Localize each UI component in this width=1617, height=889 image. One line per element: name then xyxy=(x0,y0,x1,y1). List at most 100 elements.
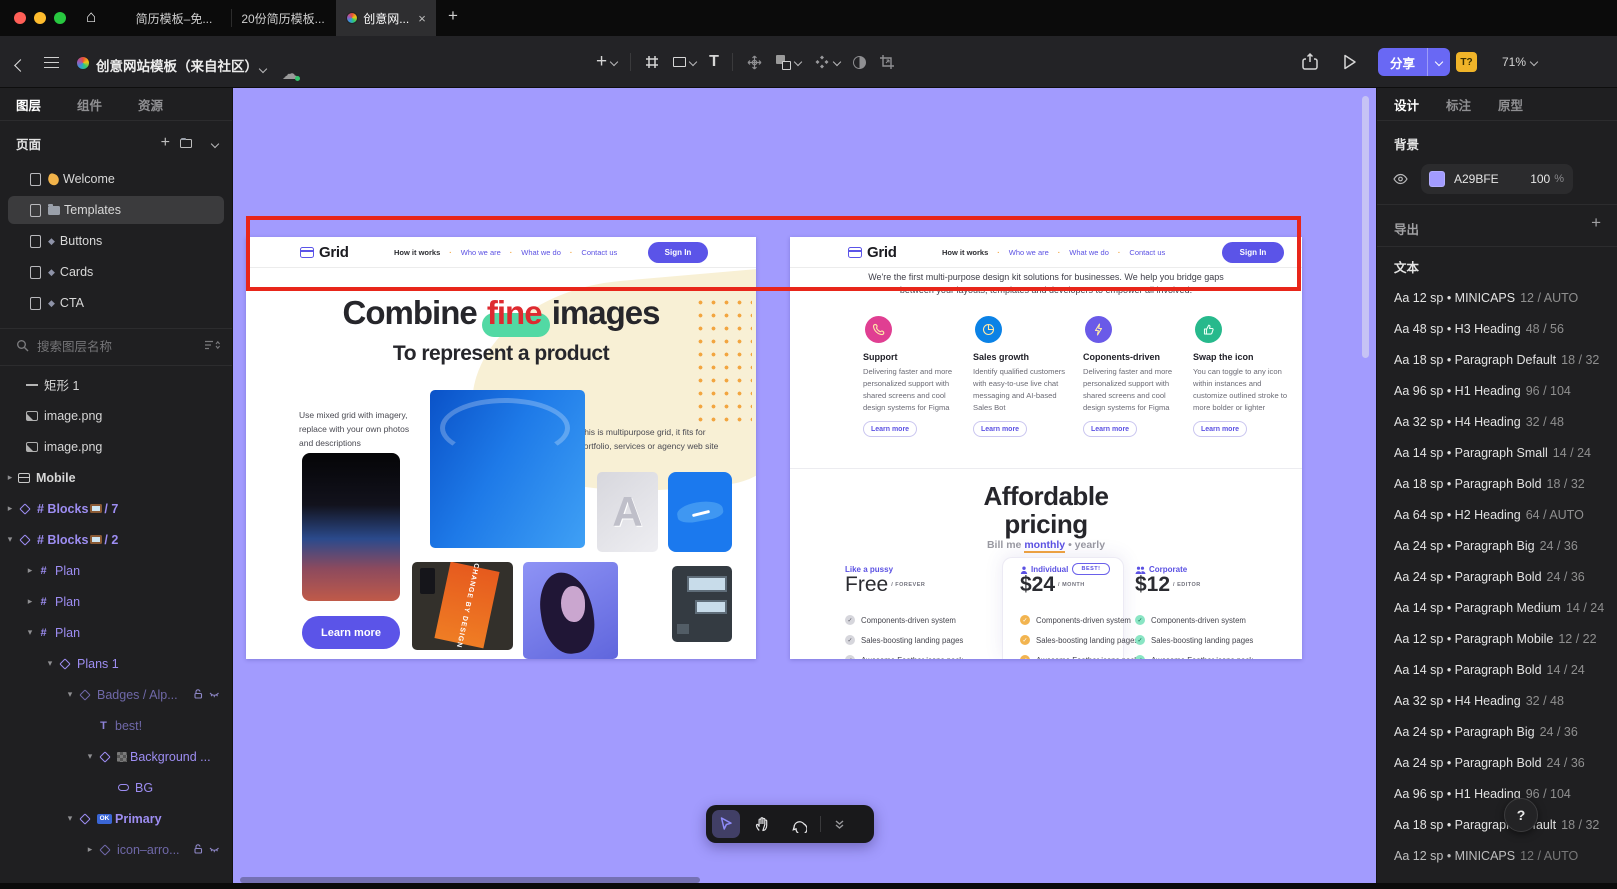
layer-row-blocks-7[interactable]: ▸# Blocks/ 7 xyxy=(0,493,232,524)
browser-tab-2[interactable]: 20份简历模板... xyxy=(232,0,334,36)
layer-row-blocks-2[interactable]: ▾# Blocks/ 2 xyxy=(0,524,232,555)
tab-layers[interactable]: 图层 xyxy=(16,95,41,114)
select-tool-button[interactable] xyxy=(712,810,740,838)
page-folder-icon[interactable] xyxy=(180,139,192,148)
text-style-item[interactable]: Aa 24 sp • Paragraph Big24 / 36 xyxy=(1394,716,1611,747)
text-style-item[interactable]: Aa 18 sp • Paragraph Bold18 / 32 xyxy=(1394,468,1611,499)
layer-row-primary[interactable]: ▾OKPrimary xyxy=(0,803,232,834)
vertical-scrollbar[interactable] xyxy=(1362,96,1369,358)
collapse-arrow-icon[interactable]: ▾ xyxy=(2,534,18,545)
browser-tab-1[interactable]: 简历模板–免... xyxy=(118,0,230,36)
main-menu-icon[interactable] xyxy=(44,57,59,68)
layer-row-icon-arrow[interactable]: ▸icon–arro... xyxy=(0,834,232,865)
text-style-item[interactable]: Aa 64 sp • H2 Heading64 / AUTO xyxy=(1394,499,1611,530)
shape-tool-icon[interactable] xyxy=(673,57,696,67)
collapse-arrow-icon[interactable]: ▾ xyxy=(62,813,78,824)
tab-components[interactable]: 组件 xyxy=(77,95,102,114)
opacity-value[interactable]: 100 xyxy=(1530,172,1550,186)
layer-row-badges[interactable]: ▾Badges / Alp... xyxy=(0,679,232,710)
page-item-cards[interactable]: ◆Cards xyxy=(0,258,232,286)
minimize-window-button[interactable] xyxy=(34,12,46,24)
background-color-field[interactable]: A29BFE 100 % xyxy=(1421,164,1573,194)
share-dropdown-icon[interactable] xyxy=(1428,59,1450,65)
layer-row-image[interactable]: image.png xyxy=(0,431,232,462)
text-style-item[interactable]: Aa 96 sp • H1 Heading96 / 104 xyxy=(1394,778,1611,809)
expand-arrow-icon[interactable]: ▸ xyxy=(2,503,18,514)
help-button[interactable]: ? xyxy=(1504,798,1538,832)
text-style-item[interactable]: Aa 12 sp • MINICAPS12 / AUTO xyxy=(1394,282,1611,313)
insert-plus-tool[interactable]: + xyxy=(596,51,617,73)
eye-icon[interactable] xyxy=(1393,172,1408,190)
text-tool-icon[interactable]: T xyxy=(709,53,719,71)
layer-row-plan[interactable]: ▸#Plan xyxy=(0,555,232,586)
page-item-buttons[interactable]: ◆Buttons xyxy=(0,227,232,255)
share-button[interactable]: 分享 xyxy=(1378,48,1450,76)
layer-row-background[interactable]: ▾Background ... xyxy=(0,741,232,772)
expand-arrow-icon[interactable]: ▸ xyxy=(22,596,38,607)
layer-row-plan[interactable]: ▾#Plan xyxy=(0,617,232,648)
collapse-arrow-icon[interactable]: ▾ xyxy=(82,751,98,762)
annotation-rectangle[interactable] xyxy=(246,216,1301,291)
play-icon[interactable] xyxy=(1340,52,1360,77)
layer-row-image[interactable]: image.png xyxy=(0,400,232,431)
comment-tool-button[interactable] xyxy=(784,810,812,838)
tab-annotate[interactable]: 标注 xyxy=(1446,95,1471,114)
zoom-level-control[interactable]: 71% xyxy=(1502,55,1537,69)
add-page-button[interactable]: + xyxy=(161,134,170,152)
tab-prototype[interactable]: 原型 xyxy=(1498,95,1523,114)
text-style-item[interactable]: Aa 14 sp • Paragraph Medium14 / 24 xyxy=(1394,592,1611,623)
export-icon[interactable] xyxy=(1300,52,1320,77)
mockup-grid-landing-2[interactable]: Grid How it works· Who we are· What we d… xyxy=(790,237,1302,659)
page-item-templates[interactable]: Templates xyxy=(0,196,232,224)
boolean-tool-icon[interactable] xyxy=(776,55,801,70)
text-style-item[interactable]: Aa 12 sp • MINICAPS12 / AUTO xyxy=(1394,840,1611,871)
text-style-item[interactable]: Aa 24 sp • Paragraph Bold24 / 36 xyxy=(1394,561,1611,592)
mockup-grid-landing-1[interactable]: Grid How it works· Who we are· What we d… xyxy=(246,237,756,659)
page-item-welcome[interactable]: Welcome xyxy=(0,165,232,193)
cloud-sync-icon[interactable]: ☁ xyxy=(282,66,298,83)
component-tool-icon[interactable] xyxy=(814,54,840,70)
layer-row-mobile[interactable]: ▸Mobile xyxy=(0,462,232,493)
add-export-button[interactable]: + xyxy=(1591,213,1601,233)
collapse-arrow-icon[interactable]: ▾ xyxy=(22,627,38,638)
collapse-pages-icon[interactable] xyxy=(212,136,218,150)
layer-row-plan[interactable]: ▸#Plan xyxy=(0,586,232,617)
text-style-item[interactable]: Aa 32 sp • H4 Heading32 / 48 xyxy=(1394,406,1611,437)
mask-tool-icon[interactable] xyxy=(853,56,866,69)
new-tab-button[interactable]: + xyxy=(448,6,458,26)
text-style-item[interactable]: Aa 24 sp • Paragraph Bold24 / 36 xyxy=(1394,747,1611,778)
fullscreen-window-button[interactable] xyxy=(54,12,66,24)
frame-tool-icon[interactable] xyxy=(644,54,660,70)
text-style-item[interactable]: Aa 24 sp • Paragraph Big24 / 36 xyxy=(1394,530,1611,561)
text-style-item[interactable]: Aa 18 sp • Paragraph Default18 / 32 xyxy=(1394,809,1611,840)
text-style-item[interactable]: Aa 12 sp • Paragraph Mobile12 / 22 xyxy=(1394,623,1611,654)
expand-arrow-icon[interactable]: ▸ xyxy=(2,472,18,483)
back-button[interactable] xyxy=(16,57,25,75)
search-input[interactable] xyxy=(37,340,204,354)
color-hex-value[interactable]: A29BFE xyxy=(1454,172,1499,186)
crop-tool-icon[interactable] xyxy=(879,54,895,70)
design-canvas[interactable]: Grid How it works· Who we are· What we d… xyxy=(233,88,1376,883)
text-style-item[interactable]: Aa 14 sp • Paragraph Small14 / 24 xyxy=(1394,437,1611,468)
unlock-icon[interactable] xyxy=(193,843,203,857)
layer-row-bg[interactable]: BG xyxy=(0,772,232,803)
home-icon[interactable]: ⌂ xyxy=(86,7,96,27)
close-tab-icon[interactable]: × xyxy=(418,11,426,26)
hidden-eye-icon[interactable] xyxy=(209,843,220,857)
expand-arrow-icon[interactable]: ▸ xyxy=(82,844,98,855)
unlock-icon[interactable] xyxy=(193,688,203,702)
text-style-item[interactable]: Aa 18 sp • Paragraph Default18 / 32 xyxy=(1394,344,1611,375)
collapse-toolbar-button[interactable] xyxy=(829,810,849,838)
hand-tool-button[interactable] xyxy=(748,810,776,838)
text-style-item[interactable]: Aa 48 sp • H3 Heading48 / 56 xyxy=(1394,313,1611,344)
close-window-button[interactable] xyxy=(14,12,26,24)
text-style-item[interactable]: Aa 14 sp • Paragraph Bold14 / 24 xyxy=(1394,654,1611,685)
collapse-arrow-icon[interactable]: ▾ xyxy=(42,658,58,669)
move-tool-icon[interactable] xyxy=(746,54,763,71)
plugin-badge[interactable]: T? xyxy=(1456,52,1477,72)
sort-layers-icon[interactable] xyxy=(204,339,220,354)
text-style-item[interactable]: Aa 32 sp • H4 Heading32 / 48 xyxy=(1394,685,1611,716)
title-dropdown-icon[interactable] xyxy=(260,59,266,77)
text-style-item[interactable]: Aa 96 sp • H1 Heading96 / 104 xyxy=(1394,375,1611,406)
layer-row-rectangle[interactable]: 矩形 1 xyxy=(0,369,232,400)
